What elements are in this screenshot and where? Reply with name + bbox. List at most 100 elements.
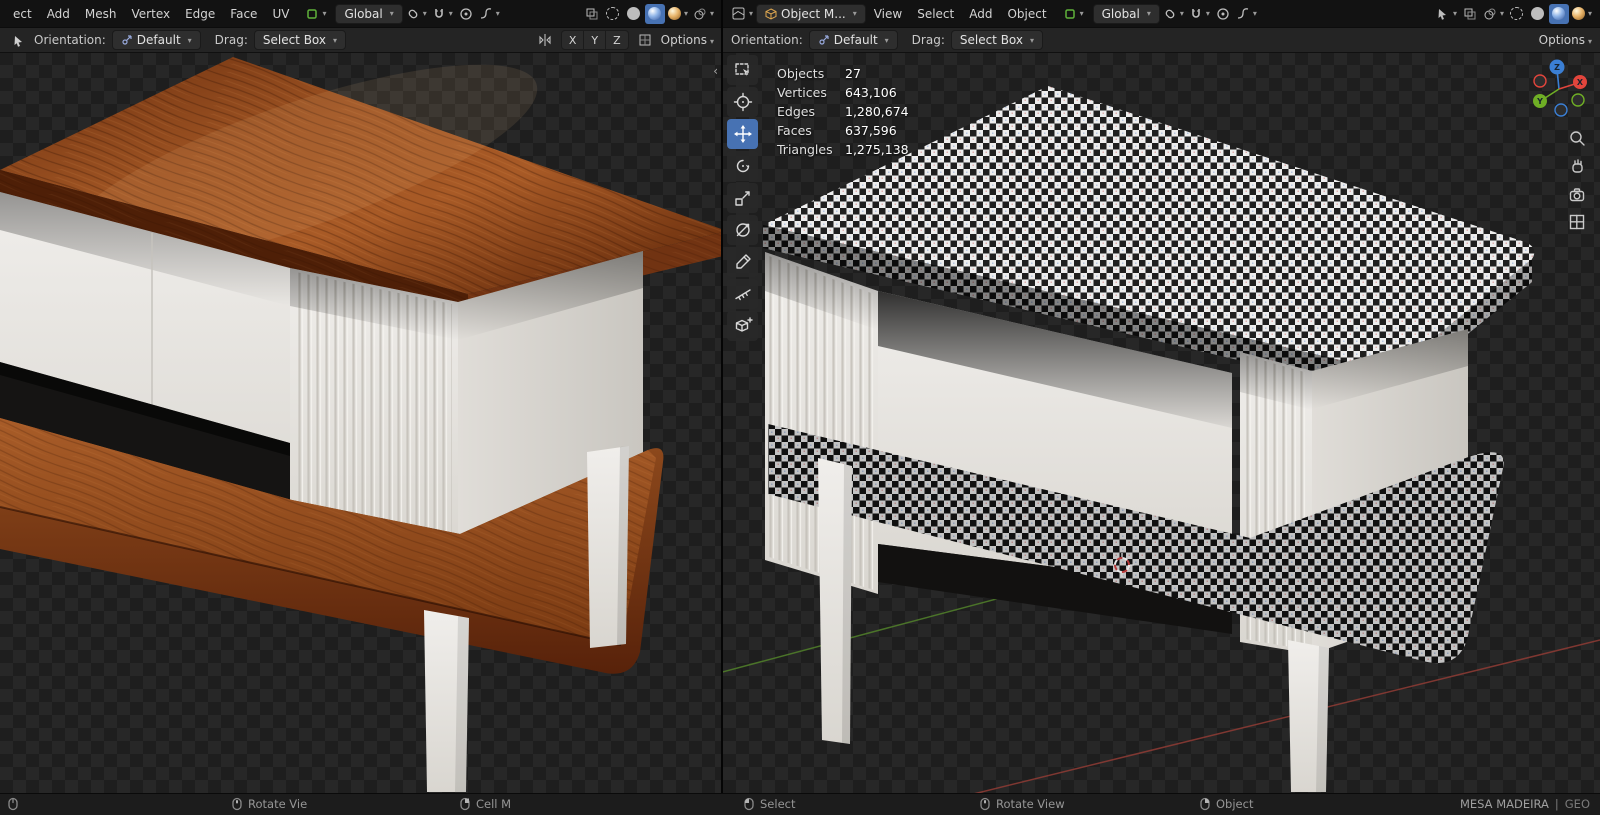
pivot-point-icon[interactable]: [1061, 4, 1086, 24]
breadcrumb-divider: |: [1554, 797, 1559, 811]
scene-statistics-overlay: Objects 27 Vertices 643,106 Edges 1,280,…: [777, 66, 909, 157]
orientation-label: Orientation:: [731, 33, 803, 47]
falloff-curve-icon[interactable]: [1234, 4, 1259, 24]
overlays-icon[interactable]: [1481, 4, 1506, 24]
shading-material-preview-icon[interactable]: [1548, 3, 1569, 24]
tool-options-label: Options: [1538, 33, 1585, 47]
overlays-icon[interactable]: [691, 4, 716, 24]
drag-value: Select Box: [262, 33, 326, 47]
transform-orientation-dropdown[interactable]: Global: [1092, 3, 1160, 24]
right-viewport[interactable]: Object M... View Select Add Object Globa…: [723, 0, 1600, 793]
mouse-left-icon: [742, 797, 755, 811]
stat-label: Triangles: [777, 142, 833, 157]
camera-view-icon[interactable]: [1566, 184, 1588, 204]
shading-rendered-icon[interactable]: [1570, 4, 1594, 24]
active-object-breadcrumb: MESA MADEIRA | GEO: [1460, 797, 1590, 811]
orientation-dropdown[interactable]: Default: [808, 30, 898, 50]
right-viewport-tool-settings: Orientation: Default Drag: Select Box Op…: [723, 27, 1600, 53]
orientation-dropdown[interactable]: Default: [111, 30, 201, 50]
transform-orientation-value: Global: [1101, 6, 1140, 21]
pivot-point-icon[interactable]: [303, 4, 328, 24]
drag-label: Drag:: [214, 33, 248, 47]
link-icon[interactable]: [404, 4, 429, 24]
menu-uv[interactable]: UV: [265, 4, 296, 24]
snap-magnet-icon[interactable]: [430, 4, 455, 24]
left-viewport[interactable]: ect Add Mesh Vertex Edge Face UV Global: [0, 0, 722, 793]
sidebar-toggle-chevron-icon[interactable]: ‹: [713, 64, 718, 78]
proportional-editing-icon[interactable]: [1213, 4, 1233, 24]
mirror-x-button[interactable]: X: [560, 30, 585, 50]
viewport-divider[interactable]: [721, 0, 723, 793]
select-visibility-icon[interactable]: [1434, 4, 1459, 24]
shading-wireframe-icon[interactable]: [1507, 4, 1527, 24]
tool-scale[interactable]: [727, 183, 758, 213]
stat-value: 1,275,138: [845, 142, 909, 157]
shading-material-preview-icon[interactable]: [644, 3, 665, 24]
xray-toggle-icon[interactable]: [1460, 4, 1480, 24]
mirror-icon[interactable]: [535, 30, 555, 50]
transform-orientation-dropdown[interactable]: Global: [335, 3, 403, 24]
tool-cursor[interactable]: [727, 87, 758, 117]
proportional-editing-icon[interactable]: [456, 4, 476, 24]
shading-rendered-icon[interactable]: [666, 4, 690, 24]
orientation-value: Default: [833, 33, 878, 47]
drag-label: Drag:: [911, 33, 945, 47]
menu-mesh[interactable]: Mesh: [78, 4, 124, 24]
left-viewport-header: ect Add Mesh Vertex Edge Face UV Global: [0, 0, 722, 27]
menu-vertex[interactable]: Vertex: [125, 4, 178, 24]
menu-select-clipped[interactable]: ect: [6, 4, 39, 24]
menu-select[interactable]: Select: [910, 4, 961, 24]
snap-target-icon[interactable]: [635, 30, 655, 50]
gizmo-pos-z[interactable]: Z: [1549, 59, 1565, 75]
mouse-middle-icon: [978, 797, 991, 811]
scene-name: MESA MADEIRA: [1459, 797, 1549, 811]
orientation-value: Default: [136, 33, 181, 47]
zoom-icon[interactable]: [1566, 128, 1588, 148]
menu-add[interactable]: Add: [40, 4, 77, 24]
drag-dropdown[interactable]: Select Box: [253, 30, 347, 50]
gizmo-neg-z[interactable]: [1554, 103, 1568, 117]
xray-toggle-icon[interactable]: [582, 4, 602, 24]
stat-label: Vertices: [777, 85, 827, 100]
tool-rotate[interactable]: [727, 151, 758, 181]
mirror-z-button[interactable]: Z: [606, 30, 629, 50]
drag-dropdown[interactable]: Select Box: [950, 30, 1044, 50]
status-object-hint: Object: [1198, 797, 1253, 811]
link-icon[interactable]: [1161, 4, 1186, 24]
blender-window: ect Add Mesh Vertex Edge Face UV Global: [0, 0, 1600, 815]
pan-hand-icon[interactable]: [1566, 156, 1588, 176]
tool-options-dropdown[interactable]: Options: [1539, 33, 1592, 47]
ortho-grid-icon[interactable]: [1566, 212, 1588, 232]
shading-solid-icon[interactable]: [1528, 4, 1548, 24]
tool-move[interactable]: [727, 119, 758, 149]
tool-annotate[interactable]: [727, 247, 758, 277]
gizmo-neg-y[interactable]: [1571, 93, 1585, 107]
tool-transform[interactable]: [727, 215, 758, 245]
menu-add[interactable]: Add: [962, 4, 999, 24]
snap-magnet-icon[interactable]: [1187, 4, 1212, 24]
tool-add-cube[interactable]: [727, 311, 758, 341]
mirror-y-button[interactable]: Y: [584, 30, 607, 50]
menu-view[interactable]: View: [867, 4, 909, 24]
navigation-gizmo[interactable]: Z X Y: [1528, 56, 1592, 120]
tool-measure[interactable]: [727, 279, 758, 309]
mode-dropdown[interactable]: Object M...: [756, 3, 866, 24]
shading-wireframe-icon[interactable]: [603, 4, 623, 24]
falloff-curve-icon[interactable]: [477, 4, 502, 24]
svg-text:X: X: [1577, 78, 1584, 87]
gizmo-pos-x[interactable]: X: [1573, 75, 1587, 89]
tool-select-box[interactable]: [727, 55, 758, 85]
left-viewport-tool-settings: Orientation: Default Drag: Select Box X …: [0, 27, 722, 53]
editor-type-icon[interactable]: [729, 4, 755, 24]
drag-value: Select Box: [959, 33, 1023, 47]
stat-value: 27: [845, 66, 861, 81]
transform-orientation-value: Global: [344, 6, 383, 21]
menu-edge[interactable]: Edge: [178, 4, 222, 24]
gizmo-neg-x[interactable]: [1533, 74, 1547, 88]
gizmo-pos-y[interactable]: Y: [1533, 94, 1547, 108]
menu-face[interactable]: Face: [223, 4, 264, 24]
shading-solid-icon[interactable]: [624, 4, 644, 24]
status-rotate-view-hint: Rotate View: [978, 797, 1065, 811]
menu-object[interactable]: Object: [1000, 4, 1053, 24]
tool-options-dropdown[interactable]: Options: [661, 33, 714, 47]
